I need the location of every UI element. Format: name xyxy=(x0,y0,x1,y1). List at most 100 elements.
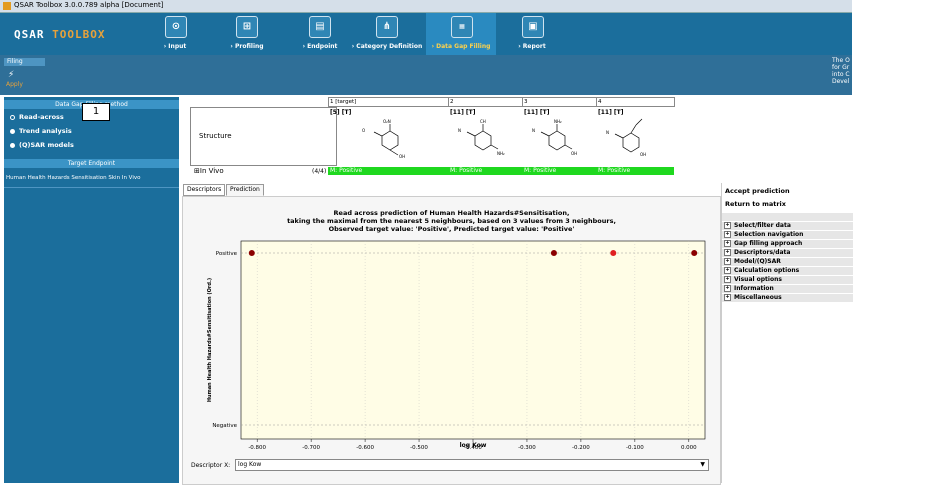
x-tick-label: 0.000 xyxy=(681,445,697,451)
divider xyxy=(4,187,179,188)
brand-logo: QSAR TOOLBOX xyxy=(14,28,106,41)
report-icon: ▣ xyxy=(522,16,544,38)
structure-row-label: Structure xyxy=(190,107,337,166)
column-header-4[interactable]: 4 xyxy=(596,97,675,107)
apply-icon[interactable]: ⚡ xyxy=(8,70,14,80)
endpoint-icon: ▤ xyxy=(309,16,331,38)
title-bar: QSAR Toolbox 3.0.0.789 alpha [Document] xyxy=(0,0,852,13)
in-vivo-row[interactable]: ⊞In Vivo xyxy=(194,167,224,175)
svg-text:OH: OH xyxy=(640,152,646,157)
value-cell-4[interactable]: M: Positive xyxy=(596,167,674,175)
section-information[interactable]: + Information xyxy=(722,285,853,294)
chevron-down-icon: ▼ xyxy=(700,461,705,468)
nav-endpoint[interactable]: ▤ › Endpoint xyxy=(295,13,345,55)
info-note: The O for Gr into C Devel xyxy=(832,57,850,85)
left-panel: Data Gap Filling method Read-across Tren… xyxy=(4,97,179,483)
expand-icon: + xyxy=(724,276,731,283)
molecule-structure-1: O₂N O OH xyxy=(362,119,405,159)
molecule-structure-2: CH N NH₂ xyxy=(458,119,505,156)
section-label: Visual options xyxy=(734,276,782,283)
expand-icon: + xyxy=(724,285,731,292)
section-model-q-sar[interactable]: + Model/(Q)SAR xyxy=(722,258,853,267)
tab-descriptors[interactable]: Descriptors xyxy=(183,184,226,196)
x-tick-label: -0.200 xyxy=(572,445,590,451)
apply-button[interactable]: Apply xyxy=(6,81,23,88)
expand-icon: + xyxy=(724,267,731,274)
radio-qsar-models[interactable]: (Q)SAR models xyxy=(10,141,74,149)
accept-prediction-button[interactable]: Accept prediction xyxy=(725,187,790,195)
x-tick-label: -0.100 xyxy=(626,445,644,451)
descriptor-x-select[interactable]: log Kow ▼ xyxy=(235,459,709,471)
section-miscellaneous[interactable]: + Miscellaneous xyxy=(722,294,853,303)
tab-prediction[interactable]: Prediction xyxy=(226,184,264,196)
section-select-filter-data[interactable]: + Select/filter data xyxy=(722,222,853,231)
value-cell-3[interactable]: M: Positive xyxy=(522,167,596,175)
svg-text:OH: OH xyxy=(571,151,577,156)
value-cell-1[interactable]: M: Positive xyxy=(328,167,448,175)
scatter-plot[interactable]: Negative Positive -0.800 -0.700 -0.600 -0.500… xyxy=(183,197,720,454)
prediction-chart-panel: Read across prediction of Human Health H… xyxy=(182,196,721,485)
section-label: Gap filling approach xyxy=(734,240,803,247)
molecule-structure-3: NH₂ N OH xyxy=(532,119,577,156)
section-descriptors-data[interactable]: + Descriptors/data xyxy=(722,249,853,258)
callout-marker: 1 xyxy=(82,103,110,121)
data-point-2[interactable] xyxy=(550,250,557,256)
target-endpoint-text: Human Health Hazards Sensitisation Skin … xyxy=(6,175,141,181)
section-visual-options[interactable]: + Visual options xyxy=(722,276,853,285)
section-selection-navigation[interactable]: + Selection navigation xyxy=(722,231,853,240)
svg-text:N: N xyxy=(458,128,461,133)
x-tick-label: -0.600 xyxy=(356,445,374,451)
svg-text:O₂N: O₂N xyxy=(383,119,391,124)
filing-tab[interactable]: Filing xyxy=(4,58,45,66)
expand-icon: + xyxy=(724,294,731,301)
y-tick-label: Positive xyxy=(216,251,238,257)
x-tick-label: -0.800 xyxy=(248,445,266,451)
section-label: Model/(Q)SAR xyxy=(734,258,781,265)
profiling-icon: ⊞ xyxy=(236,16,258,38)
svg-text:N: N xyxy=(606,130,609,135)
nav-profiling[interactable]: ⊞ › Profiling xyxy=(222,13,272,55)
section-calculation-options[interactable]: + Calculation options xyxy=(722,267,853,276)
value-cell-2[interactable]: M: Positive xyxy=(448,167,522,175)
nav-input[interactable]: ⊙ › Input xyxy=(155,13,195,55)
section-label: Information xyxy=(734,285,774,292)
target-endpoint-header: Target Endpoint xyxy=(4,159,179,168)
radio-read-across[interactable]: Read-across xyxy=(10,113,64,121)
svg-text:N: N xyxy=(532,128,535,133)
nav-category-definition[interactable]: ⋔ › Category Definition xyxy=(348,13,426,55)
radio-selected-icon xyxy=(10,114,15,120)
return-to-matrix-button[interactable]: Return to matrix xyxy=(725,200,786,208)
expand-icon: + xyxy=(724,222,731,229)
data-point-4[interactable] xyxy=(691,250,698,256)
radio-trend-analysis[interactable]: Trend analysis xyxy=(10,127,72,135)
app-icon xyxy=(3,2,11,10)
y-tick-label: Negative xyxy=(212,423,237,429)
expand-icon: + xyxy=(724,240,731,247)
nav-data-gap-filling[interactable]: ▦ › Data Gap Filling xyxy=(426,13,496,55)
in-vivo-count: (4/4) xyxy=(312,168,327,175)
column-header-target[interactable]: 1 [target] xyxy=(328,97,449,107)
molecule-structure-4: N OH xyxy=(606,118,646,157)
input-icon: ⊙ xyxy=(165,16,187,38)
column-header-2[interactable]: 2 xyxy=(448,97,523,107)
expand-icon: + xyxy=(724,249,731,256)
section-label: Descriptors/data xyxy=(734,249,791,256)
svg-text:NH₂: NH₂ xyxy=(497,151,505,156)
expand-icon: + xyxy=(724,231,731,238)
window-title: QSAR Toolbox 3.0.0.789 alpha [Document] xyxy=(14,1,164,9)
x-tick-label: -0.700 xyxy=(302,445,320,451)
descriptor-x-label: Descriptor X: xyxy=(191,462,231,469)
x-axis-label: log Kow xyxy=(460,442,487,449)
nav-report[interactable]: ▣ › Report xyxy=(512,13,552,55)
data-point-1[interactable] xyxy=(248,250,255,256)
svg-text:OH: OH xyxy=(399,154,405,159)
section-gap-filling-approach[interactable]: + Gap filling approach xyxy=(722,240,853,249)
top-navigation: QSAR TOOLBOX ⊙ › Input ⊞ › Profiling ▤ ›… xyxy=(0,13,852,55)
section-label: Selection navigation xyxy=(734,231,804,238)
data-point-3[interactable] xyxy=(610,250,617,256)
section-label: Miscellaneous xyxy=(734,294,782,301)
y-axis-label: Human Health Hazards#Sensitisation (Ord.… xyxy=(207,278,213,402)
right-panel: Accept prediction Return to matrix + Sele… xyxy=(721,183,853,483)
column-header-3[interactable]: 3 xyxy=(522,97,597,107)
radio-icon xyxy=(10,128,15,134)
